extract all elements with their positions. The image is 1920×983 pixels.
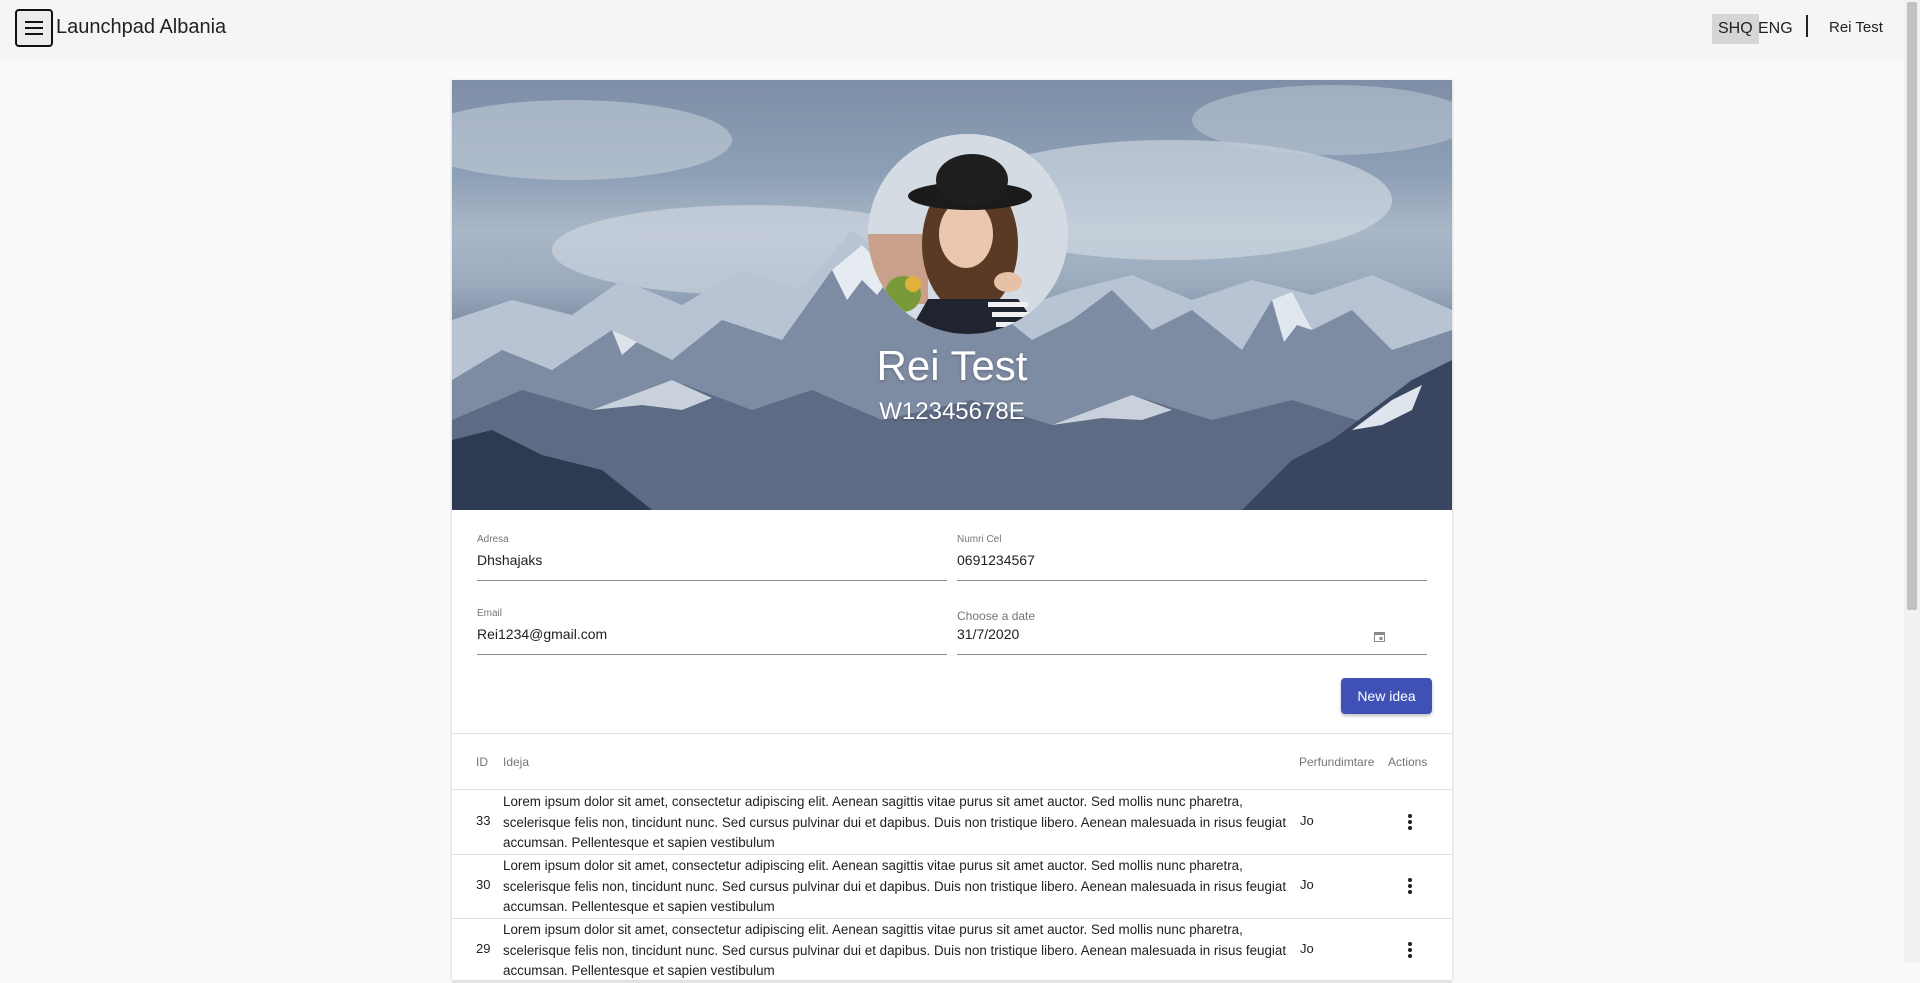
section-divider [452, 733, 1452, 734]
row-id: 30 [476, 877, 491, 892]
row-idea: Lorem ipsum dolor sit amet, consectetur … [503, 794, 1287, 850]
app-title: Launchpad Albania [56, 16, 227, 38]
column-header-actions: Actions [1388, 755, 1428, 769]
address-field[interactable]: Adresa Dhshajaks [477, 534, 947, 581]
table-row: 30 Lorem ipsum dolor sit amet, consectet… [452, 854, 1452, 919]
row-done: Jo [1300, 877, 1314, 892]
profile-avatar [868, 134, 1068, 334]
row-idea: Lorem ipsum dolor sit amet, consectetur … [503, 858, 1287, 914]
row-done: Jo [1300, 813, 1314, 828]
header-divider [1806, 15, 1808, 37]
address-label: Adresa [477, 534, 509, 545]
page-scrollbar[interactable] [1904, 0, 1920, 963]
address-value[interactable]: Dhshajaks [477, 552, 542, 568]
profile-name: Rei Test [876, 342, 1028, 389]
new-idea-button[interactable]: New idea [1341, 678, 1432, 714]
profile-hero-banner: Rei Test W12345678E [452, 80, 1452, 510]
column-header-done[interactable]: Perfundimtare [1299, 755, 1374, 769]
language-eng-button[interactable]: ENG [1752, 14, 1799, 44]
row-id: 33 [476, 813, 491, 828]
user-menu[interactable]: Rei Test [1829, 19, 1883, 36]
phone-value[interactable]: 0691234567 [957, 552, 1035, 568]
date-field[interactable]: Choose a date 31/7/2020 [957, 608, 1427, 655]
calendar-icon[interactable] [1374, 629, 1385, 647]
menu-icon [25, 21, 43, 35]
more-vert-icon[interactable] [1402, 810, 1418, 834]
table-row: 33 Lorem ipsum dolor sit amet, consectet… [452, 790, 1452, 855]
date-label: Choose a date [957, 609, 1036, 623]
column-header-id[interactable]: ID [476, 755, 488, 769]
row-id: 29 [476, 941, 491, 956]
menu-button[interactable] [15, 9, 53, 47]
more-vert-icon[interactable] [1402, 874, 1418, 898]
more-vert-icon[interactable] [1402, 938, 1418, 962]
row-idea: Lorem ipsum dolor sit amet, consectetur … [503, 922, 1287, 978]
table-row: 29 Lorem ipsum dolor sit amet, consectet… [452, 918, 1452, 983]
date-value[interactable]: 31/7/2020 [957, 626, 1019, 642]
avatar-image [868, 134, 1068, 334]
phone-label: Numri Cel [957, 534, 1002, 545]
row-done: Jo [1300, 941, 1314, 956]
profile-id-number: W12345678E [879, 398, 1025, 425]
scrollbar-thumb[interactable] [1907, 2, 1917, 610]
phone-field[interactable]: Numri Cel 0691234567 [957, 534, 1427, 581]
email-field[interactable]: Email Rei1234@gmail.com [477, 608, 947, 655]
profile-card: Rei Test W12345678E Adresa Dhshajaks Num… [452, 80, 1452, 983]
column-header-idea[interactable]: Ideja [503, 755, 529, 769]
email-value[interactable]: Rei1234@gmail.com [477, 626, 607, 642]
email-label: Email [477, 608, 503, 619]
top-app-bar: Launchpad Albania SHQ ENG Rei Test [0, 0, 1904, 60]
